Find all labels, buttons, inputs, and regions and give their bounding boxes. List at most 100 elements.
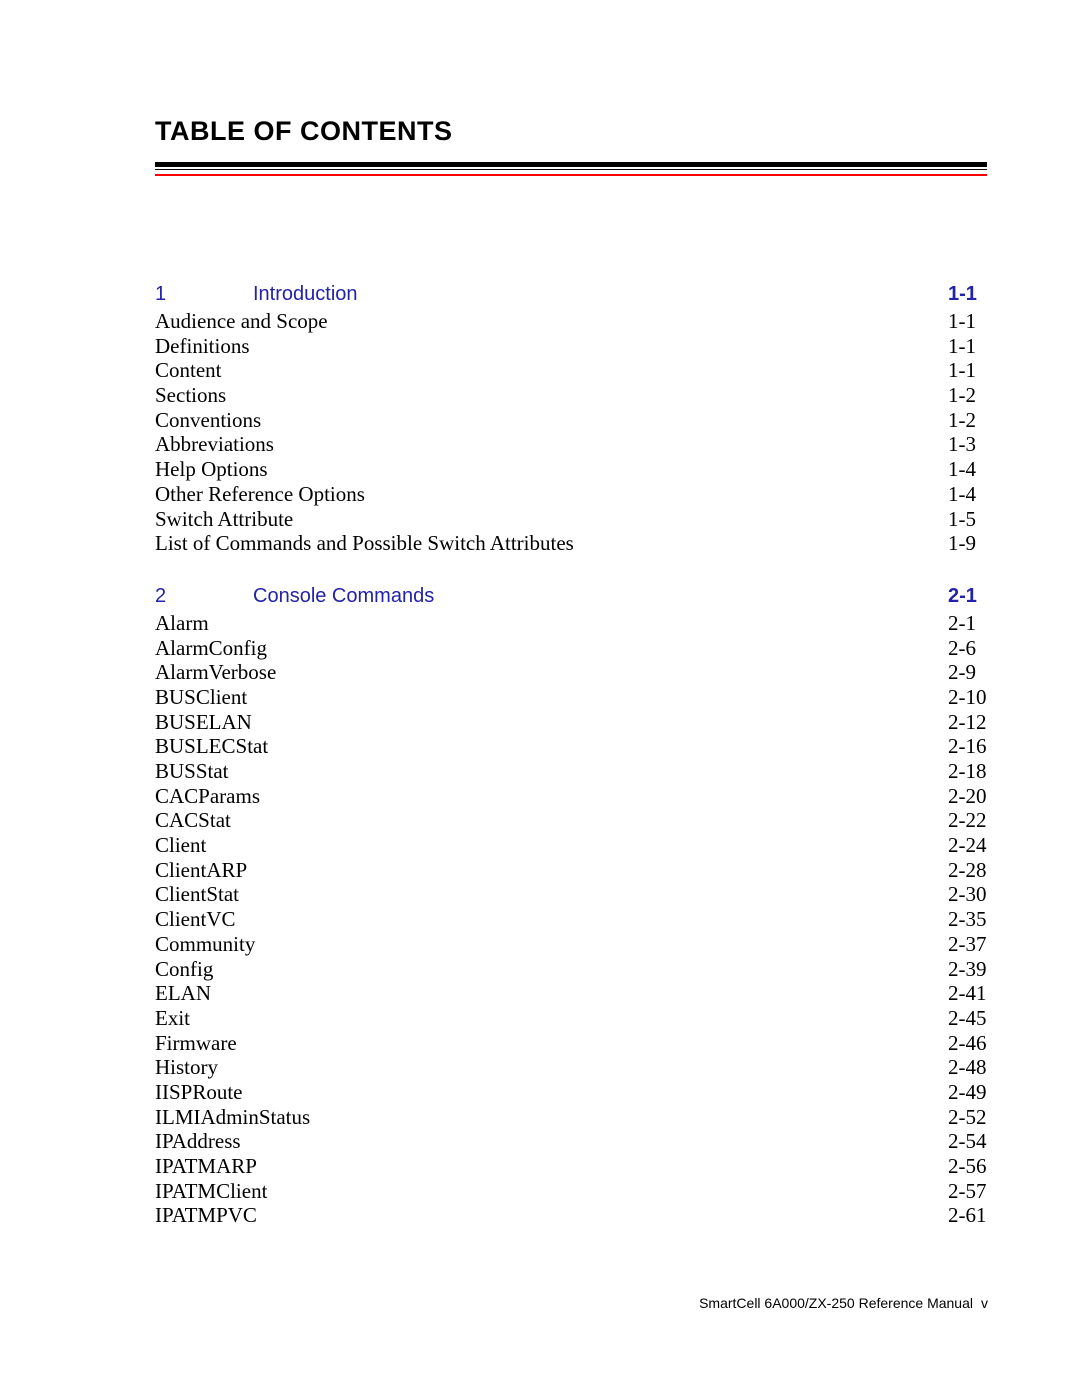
- toc-entry-label: IISPRoute: [155, 1079, 243, 1104]
- toc-entry-page-number: 2-41: [948, 981, 987, 1006]
- toc-entry-page-number: 2-45: [948, 1005, 987, 1030]
- toc-entry-label: Config: [155, 956, 214, 981]
- toc-entry-page-number: 2-30: [948, 882, 987, 907]
- toc-entry-page-number: 1-1: [948, 358, 976, 383]
- toc-entry-page-number: 2-56: [948, 1154, 987, 1178]
- toc-entry[interactable]: BUSClient 2-10: [155, 685, 987, 710]
- toc-entry-label: Community: [155, 931, 256, 956]
- toc-entry-page-number: 2-1: [948, 610, 976, 635]
- toc-entry[interactable]: CACParams 2-20: [155, 784, 987, 809]
- toc-entry[interactable]: ClientARP 2-28: [155, 858, 987, 883]
- toc-entry-label: CACParams: [155, 783, 260, 808]
- toc-entry-page-number: 2-35: [948, 907, 987, 932]
- toc-entry-page-number: 2-22: [948, 808, 987, 833]
- toc-entry-label: Sections: [155, 383, 227, 408]
- toc-entry[interactable]: Content 1-1: [155, 358, 987, 383]
- toc-entry[interactable]: AlarmConfig 2-6: [155, 636, 987, 661]
- toc-entry-page-number: 2-61: [948, 1203, 987, 1228]
- toc-chapter-title[interactable]: Console Commands: [253, 581, 434, 611]
- toc-entry[interactable]: IPATMPVC 2-61: [155, 1203, 987, 1228]
- toc-entry[interactable]: CACStat 2-22: [155, 808, 987, 833]
- toc-entry-label: Client: [155, 833, 207, 858]
- toc-entry[interactable]: Config 2-39: [155, 957, 987, 982]
- toc-entry-page-number: 1-1: [948, 309, 976, 333]
- toc-entry-label: AlarmConfig: [155, 635, 267, 660]
- toc-entry-page-number: 2-16: [948, 734, 987, 759]
- toc-chapter-number: 1: [155, 283, 167, 305]
- toc-entry-label: Help Options: [155, 457, 268, 482]
- toc-entry[interactable]: ELAN 2-41: [155, 981, 987, 1006]
- toc-entry[interactable]: Alarm 2-1: [155, 611, 987, 636]
- toc-entry[interactable]: IISPRoute 2-49: [155, 1080, 987, 1105]
- toc-entry[interactable]: AlarmVerbose 2-9: [155, 660, 987, 685]
- toc-entry-page-number: 1-9: [948, 531, 976, 556]
- toc-entry-label: ClientVC: [155, 907, 236, 932]
- toc-entry[interactable]: Abbreviations 1-3: [155, 432, 987, 457]
- toc-entry[interactable]: ILMIAdminStatus 2-52: [155, 1105, 987, 1130]
- toc-entry-label: ClientARP: [155, 857, 248, 882]
- toc-chapter-block: 1 Introduction 1-1 Audience and Scope 1-1 Def…: [155, 279, 987, 556]
- toc-entry-page-number: 1-5: [948, 506, 976, 531]
- page-footer: SmartCell 6A000/ZX-250 Reference Manual v: [155, 1295, 988, 1311]
- toc-entry-label: BUSELAN: [155, 709, 252, 734]
- toc-entry[interactable]: IPAddress 2-54: [155, 1129, 987, 1154]
- toc-chapter-page-number: 2-1: [948, 584, 977, 607]
- title-divider: [155, 162, 987, 176]
- toc-entry-label: Alarm: [155, 610, 209, 635]
- toc-entry[interactable]: History 2-48: [155, 1055, 987, 1080]
- toc-chapter-page-number: 1-1: [948, 283, 977, 305]
- toc-entry[interactable]: Definitions 1-1: [155, 334, 987, 359]
- toc-entry-label: ILMIAdminStatus: [155, 1104, 311, 1129]
- toc-entry-page-number: 2-39: [948, 956, 987, 981]
- page-title: TABLE OF CONTENTS: [155, 116, 453, 146]
- toc-entry-page-number: 2-46: [948, 1030, 987, 1055]
- footer-page-number: v: [981, 1295, 988, 1311]
- toc-chapter-title[interactable]: Introduction: [253, 279, 358, 309]
- toc-entry-label: Other Reference Options: [155, 481, 365, 506]
- toc-entry[interactable]: Conventions 1-2: [155, 408, 987, 433]
- toc-entry-label: History: [155, 1055, 218, 1080]
- toc-chapter-heading[interactable]: 1 Introduction 1-1: [155, 279, 987, 309]
- toc-entry[interactable]: Exit 2-45: [155, 1006, 987, 1031]
- toc-entry-page-number: 1-4: [948, 457, 976, 482]
- toc-entry-label: BUSLECStat: [155, 734, 269, 759]
- toc-entry[interactable]: IPATMARP 2-56: [155, 1154, 987, 1179]
- toc-entry[interactable]: Community 2-37: [155, 932, 987, 957]
- toc-entry-label: IPATMClient: [155, 1178, 268, 1203]
- toc-entry-label: Definitions: [155, 333, 250, 358]
- toc-entry[interactable]: Client 2-24: [155, 833, 987, 858]
- toc-entry-label: List of Commands and Possible Switch Att…: [155, 531, 574, 556]
- toc-entry-page-number: 1-2: [948, 407, 976, 432]
- toc-entry-page-number: 2-6: [948, 635, 976, 660]
- toc-entry[interactable]: ClientStat 2-30: [155, 882, 987, 907]
- toc-entry[interactable]: Sections 1-2: [155, 383, 987, 408]
- toc-entry[interactable]: IPATMClient 2-57: [155, 1179, 987, 1204]
- toc-entry[interactable]: Help Options 1-4: [155, 457, 987, 482]
- divider-red-rule: [155, 174, 987, 176]
- toc-entry-label: IPAddress: [155, 1129, 241, 1154]
- toc-entry-page-number: 1-3: [948, 432, 976, 457]
- toc-entry[interactable]: List of Commands and Possible Switch Att…: [155, 531, 987, 556]
- toc-entry[interactable]: Audience and Scope 1-1: [155, 309, 987, 334]
- toc-entry-label: Audience and Scope: [155, 309, 328, 333]
- toc-body: 1 Introduction 1-1 Audience and Scope 1-1 Def…: [155, 279, 987, 1228]
- toc-entry[interactable]: BUSStat 2-18: [155, 759, 987, 784]
- toc-entry[interactable]: BUSLECStat 2-16: [155, 734, 987, 759]
- toc-entry-page-number: 2-9: [948, 660, 976, 685]
- toc-entry-page-number: 2-12: [948, 709, 987, 734]
- toc-chapter-heading[interactable]: 2 Console Commands 2-1: [155, 581, 987, 611]
- footer-manual-name: SmartCell 6A000/ZX-250 Reference Manual: [699, 1295, 973, 1311]
- toc-entry-label: IPATMARP: [155, 1154, 257, 1178]
- toc-entry-label: Content: [155, 358, 222, 383]
- toc-entry[interactable]: Firmware 2-46: [155, 1031, 987, 1056]
- toc-entry[interactable]: BUSELAN 2-12: [155, 710, 987, 735]
- toc-entry[interactable]: Switch Attribute 1-5: [155, 507, 987, 532]
- toc-entry-page-number: 1-4: [948, 481, 976, 506]
- toc-entry-label: BUSClient: [155, 684, 248, 709]
- toc-entry-page-number: 1-1: [948, 333, 976, 358]
- toc-entry-label: Firmware: [155, 1030, 237, 1055]
- toc-entry[interactable]: Other Reference Options 1-4: [155, 482, 987, 507]
- toc-entry[interactable]: ClientVC 2-35: [155, 907, 987, 932]
- toc-entry-label: BUSStat: [155, 759, 229, 783]
- toc-entry-label: CACStat: [155, 808, 231, 833]
